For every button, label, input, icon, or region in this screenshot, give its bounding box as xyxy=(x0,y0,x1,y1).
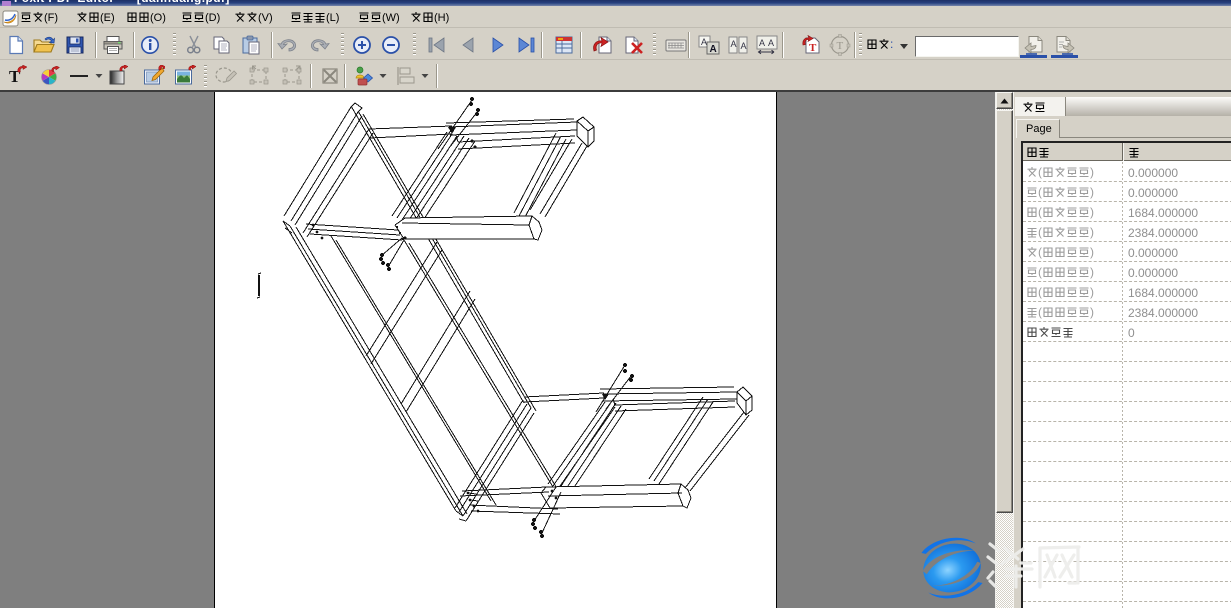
svg-text:T: T xyxy=(809,42,817,54)
svg-text:A: A xyxy=(709,44,716,55)
svg-text:A: A xyxy=(768,38,774,48)
svg-text:A: A xyxy=(730,39,736,49)
svg-text:T: T xyxy=(836,40,843,52)
svg-text:A: A xyxy=(701,37,707,47)
svg-text:A: A xyxy=(759,38,765,48)
svg-text:A: A xyxy=(740,41,746,51)
